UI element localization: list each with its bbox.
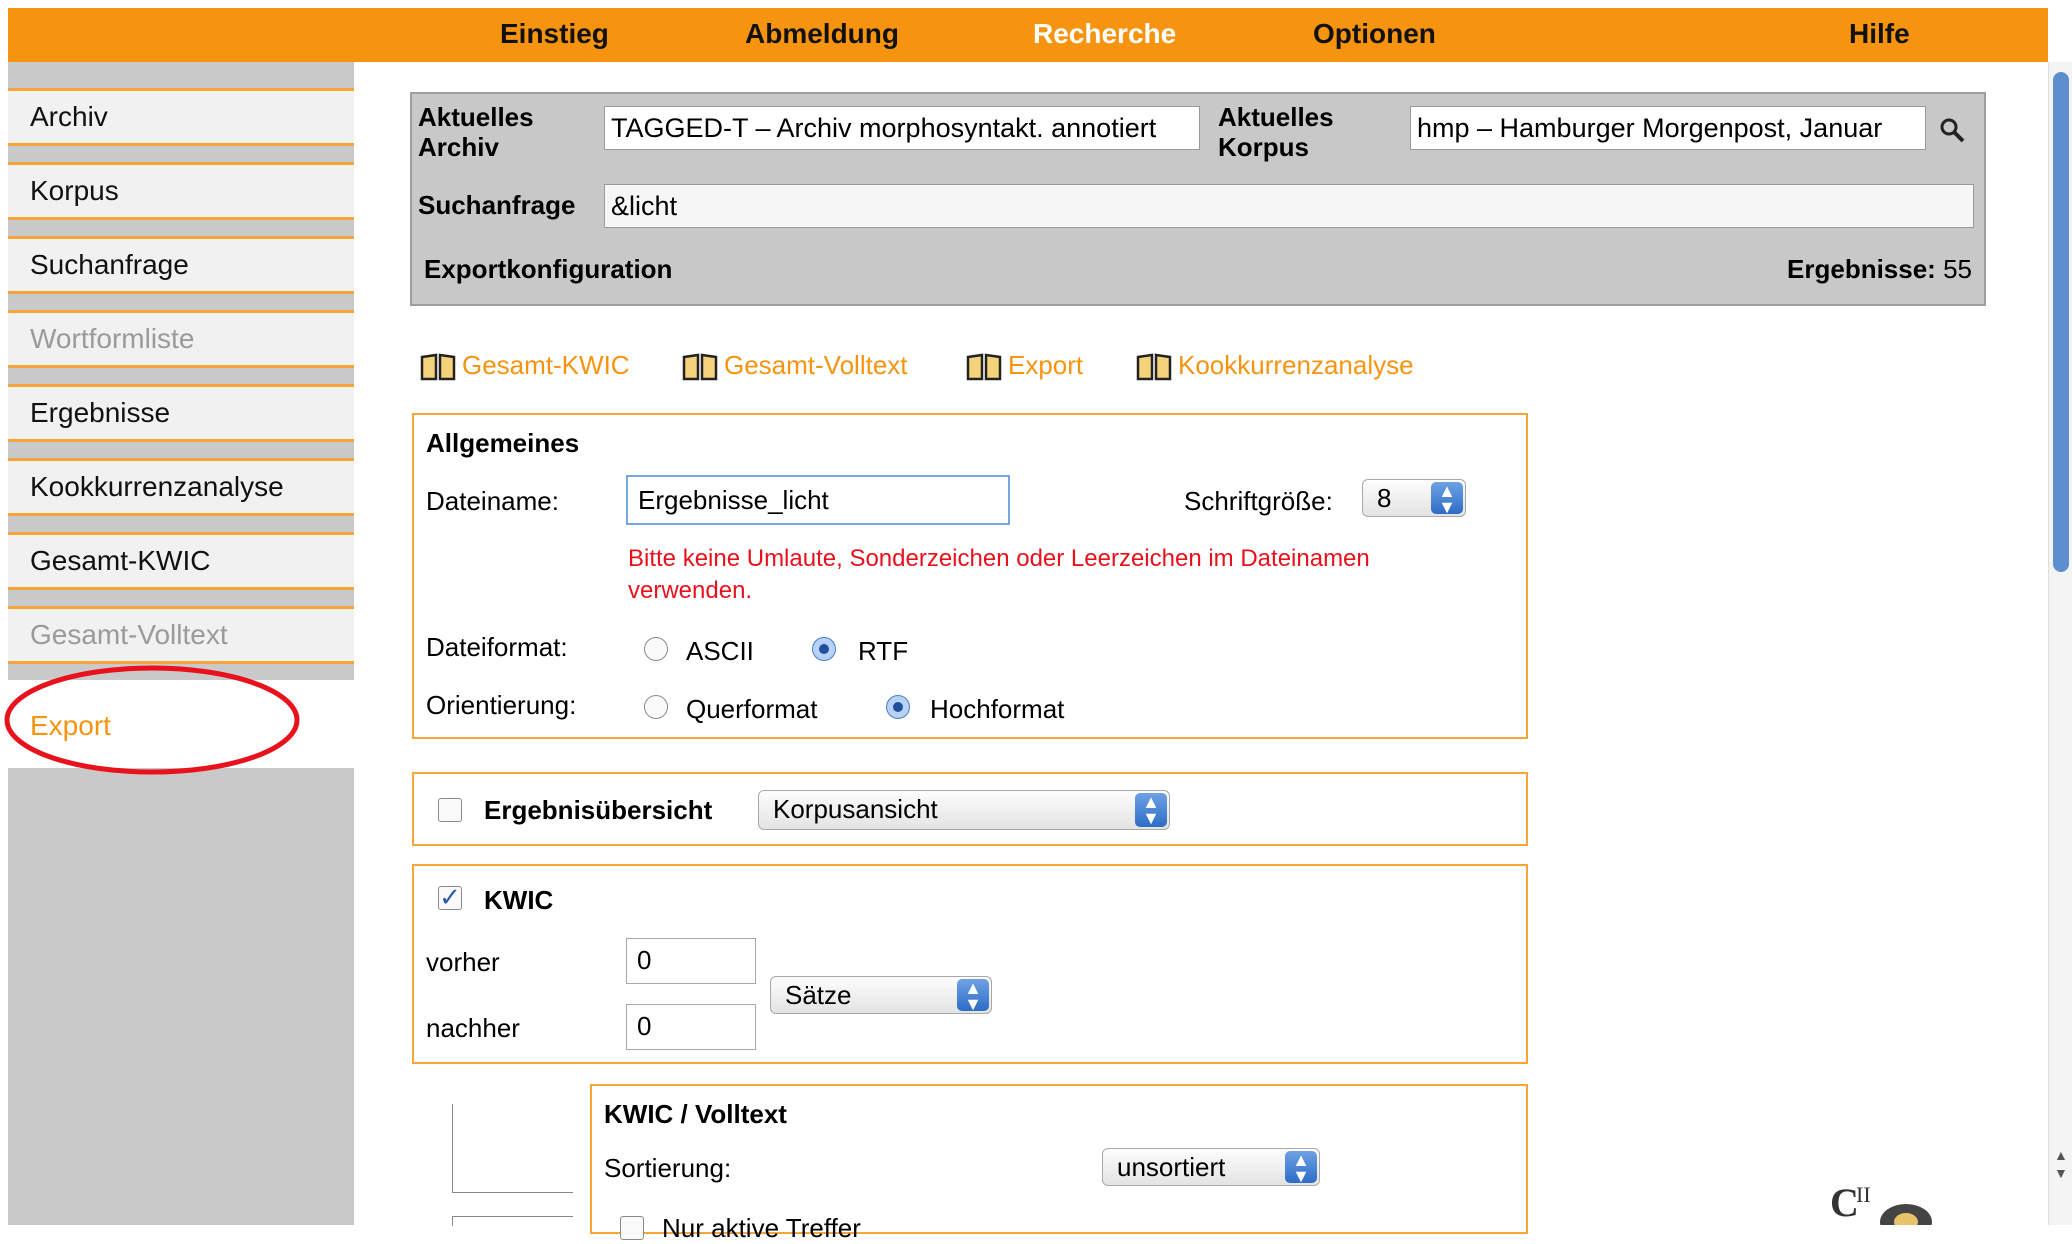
action-export[interactable]: Export xyxy=(966,345,1083,385)
suchanfrage-field[interactable]: &licht xyxy=(604,184,1974,228)
hochformat-radio[interactable] xyxy=(886,695,910,719)
scroll-down-arrow-icon[interactable]: ▼ xyxy=(2054,1165,2068,1181)
ergebnisuebersicht-select[interactable]: Korpusansicht ▲ ▼ xyxy=(758,790,1170,830)
nav-abmeldung[interactable]: Abmeldung xyxy=(745,8,899,62)
nav-recherche[interactable]: Recherche xyxy=(1033,8,1176,62)
sidebar-item-ergebnisse[interactable]: Ergebnisse xyxy=(8,384,354,442)
kwic-label: KWIC xyxy=(484,885,554,915)
vorher-input[interactable]: 0 xyxy=(626,938,756,984)
nur-aktive-checkbox[interactable] xyxy=(620,1216,644,1240)
kwic-volltext-heading: KWIC / Volltext xyxy=(604,1099,787,1129)
book-icon xyxy=(420,353,456,381)
sidebar-item-kookkurrenzanalyse[interactable]: Kookkurrenzanalyse xyxy=(8,458,354,516)
book-icon xyxy=(966,353,1002,381)
ergebnisuebersicht-checkbox[interactable] xyxy=(438,798,462,822)
select-arrows-icon: ▲ ▼ xyxy=(957,979,989,1013)
rtf-radio[interactable] xyxy=(812,637,836,661)
group-bracket xyxy=(452,1104,573,1193)
action-gesamt-kwic[interactable]: Gesamt-KWIC xyxy=(420,345,630,385)
book-icon xyxy=(1136,353,1172,381)
sidebar-item-suchanfrage[interactable]: Suchanfrage xyxy=(8,236,354,294)
sidebar-item-gesamt-volltext: Gesamt-Volltext xyxy=(8,606,354,664)
select-arrows-icon: ▲ ▼ xyxy=(1431,482,1463,516)
top-navigation-bar: Einstieg Abmeldung Recherche Optionen Hi… xyxy=(8,8,2048,62)
sidebar: Archiv Korpus Suchanfrage Wortformliste … xyxy=(8,62,354,1225)
nav-optionen[interactable]: Optionen xyxy=(1313,8,1436,62)
dateiname-label: Dateiname: xyxy=(426,486,559,516)
sortierung-select[interactable]: unsortiert ▲ ▼ xyxy=(1102,1148,1320,1186)
allgemeines-section: Allgemeines Dateiname: Ergebnisse_licht … xyxy=(412,413,1528,739)
search-icon[interactable] xyxy=(1938,116,1966,144)
ergebnisuebersicht-section: Ergebnisübersicht Korpusansicht ▲ ▼ xyxy=(412,772,1528,846)
select-arrows-icon: ▲ ▼ xyxy=(1135,793,1167,827)
allgemeines-heading: Allgemeines xyxy=(426,428,580,458)
nachher-input[interactable]: 0 xyxy=(626,1004,756,1050)
ergebnisuebersicht-label: Ergebnisübersicht xyxy=(484,795,713,825)
ascii-label: ASCII xyxy=(686,636,754,666)
dateiname-input[interactable]: Ergebnisse_licht xyxy=(626,475,1010,525)
kwic-checkbox[interactable]: ✓ xyxy=(438,884,462,910)
sidebar-item-korpus[interactable]: Korpus xyxy=(8,162,354,220)
nav-einstieg[interactable]: Einstieg xyxy=(500,8,609,62)
archiv-field[interactable]: TAGGED-T – Archiv morphosyntakt. annotie… xyxy=(604,106,1200,150)
korpus-field[interactable]: hmp – Hamburger Morgenpost, Januar xyxy=(1410,106,1926,150)
sidebar-item-gesamt-kwic[interactable]: Gesamt-KWIC xyxy=(8,532,354,590)
ergebnisse-count: Ergebnisse: 55 xyxy=(1787,254,1972,284)
action-gesamt-volltext[interactable]: Gesamt-Volltext xyxy=(682,345,908,385)
querformat-label: Querformat xyxy=(686,694,818,724)
scrollbar-thumb[interactable] xyxy=(2053,72,2069,572)
nav-hilfe[interactable]: Hilfe xyxy=(1849,8,1910,62)
dateiname-hint-2: verwenden. xyxy=(628,577,753,604)
querformat-radio[interactable] xyxy=(644,695,668,719)
search-info-panel: Aktuelles Archiv TAGGED-T – Archiv morph… xyxy=(410,92,1986,306)
korpus-label: Aktuelles Korpus xyxy=(1218,102,1334,162)
archiv-label: Aktuelles Archiv xyxy=(418,102,534,162)
sidebar-item-wortformliste: Wortformliste xyxy=(8,310,354,368)
vorher-label: vorher xyxy=(426,947,500,977)
hochformat-label: Hochformat xyxy=(930,694,1065,724)
suchanfrage-label: Suchanfrage xyxy=(418,190,576,220)
action-kookkurrenzanalyse[interactable]: Kookkurrenzanalyse xyxy=(1136,345,1414,385)
rtf-label: RTF xyxy=(858,636,909,666)
vertical-scrollbar[interactable]: ▲ ▼ xyxy=(2048,62,2072,1225)
dateiname-hint: Bitte keine Umlaute, Sonderzeichen oder … xyxy=(628,545,1370,572)
kwic-unit-select[interactable]: Sätze ▲ ▼ xyxy=(770,976,992,1014)
dateiformat-label: Dateiformat: xyxy=(426,632,568,662)
book-icon xyxy=(682,353,718,381)
kwic-section: ✓ KWIC vorher 0 nachher 0 Sätze ▲ ▼ xyxy=(412,864,1528,1064)
ascii-radio[interactable] xyxy=(644,637,668,661)
scroll-up-arrow-icon[interactable]: ▲ xyxy=(2054,1147,2068,1163)
svg-text:C: C xyxy=(1830,1180,1859,1225)
nachher-label: nachher xyxy=(426,1013,520,1043)
nur-aktive-label: Nur aktive Treffer xyxy=(662,1213,861,1243)
kwic-volltext-section: KWIC / Volltext Sortierung: unsortiert ▲ ▼… xyxy=(590,1084,1528,1243)
exportkonfiguration-heading: Exportkonfiguration xyxy=(424,254,673,284)
schriftgroesse-label: Schriftgröße: xyxy=(1184,486,1333,516)
select-arrows-icon: ▲ ▼ xyxy=(1285,1151,1317,1185)
sidebar-item-archiv[interactable]: Archiv xyxy=(8,88,354,146)
annotation-ellipse xyxy=(4,665,300,775)
schriftgroesse-select[interactable]: 8 ▲ ▼ xyxy=(1362,479,1466,517)
sortierung-label: Sortierung: xyxy=(604,1153,732,1183)
logo: C II xyxy=(1830,1180,1932,1225)
orientierung-label: Orientierung: xyxy=(426,690,577,720)
svg-text:II: II xyxy=(1856,1182,1871,1207)
